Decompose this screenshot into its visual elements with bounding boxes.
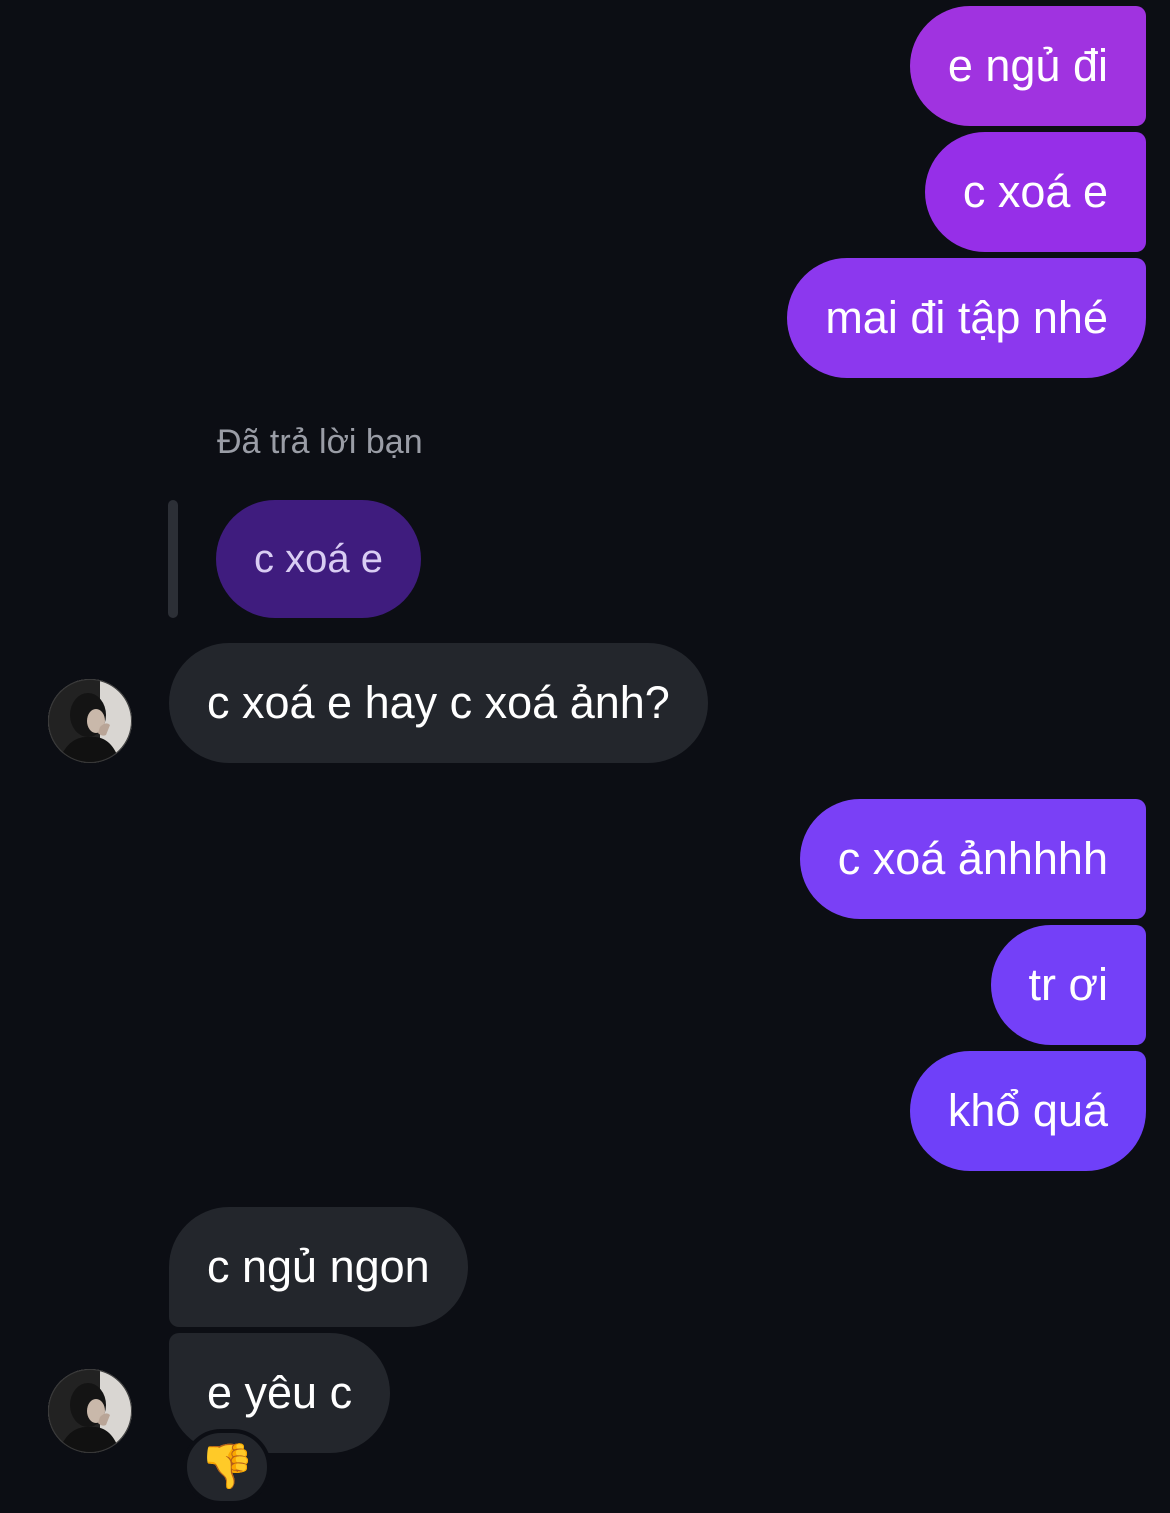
contact-avatar[interactable] xyxy=(48,679,132,763)
incoming-message[interactable]: c xoá e hay c xoá ảnh? xyxy=(169,643,708,763)
outgoing-message[interactable]: c xoá ảnhhhh xyxy=(799,799,1146,919)
quoted-message[interactable]: c xoá e xyxy=(216,500,421,618)
outgoing-message[interactable]: tr ơi xyxy=(990,925,1146,1045)
avatar-photo-icon xyxy=(48,1369,132,1453)
reaction-badge[interactable]: 👎 xyxy=(183,1429,271,1505)
reply-indicator-bar xyxy=(168,500,178,618)
thumbs-down-icon: 👎 xyxy=(199,1442,255,1491)
contact-avatar[interactable] xyxy=(48,1369,132,1453)
outgoing-message[interactable]: e ngủ đi xyxy=(909,6,1146,126)
avatar-photo-icon xyxy=(48,679,132,763)
outgoing-message[interactable]: c xoá e xyxy=(924,132,1146,252)
reply-label: Đã trả lời bạn xyxy=(217,423,423,461)
outgoing-message[interactable]: mai đi tập nhé xyxy=(787,258,1146,378)
incoming-message[interactable]: c ngủ ngon xyxy=(169,1207,468,1327)
outgoing-message[interactable]: khổ quá xyxy=(909,1051,1146,1171)
